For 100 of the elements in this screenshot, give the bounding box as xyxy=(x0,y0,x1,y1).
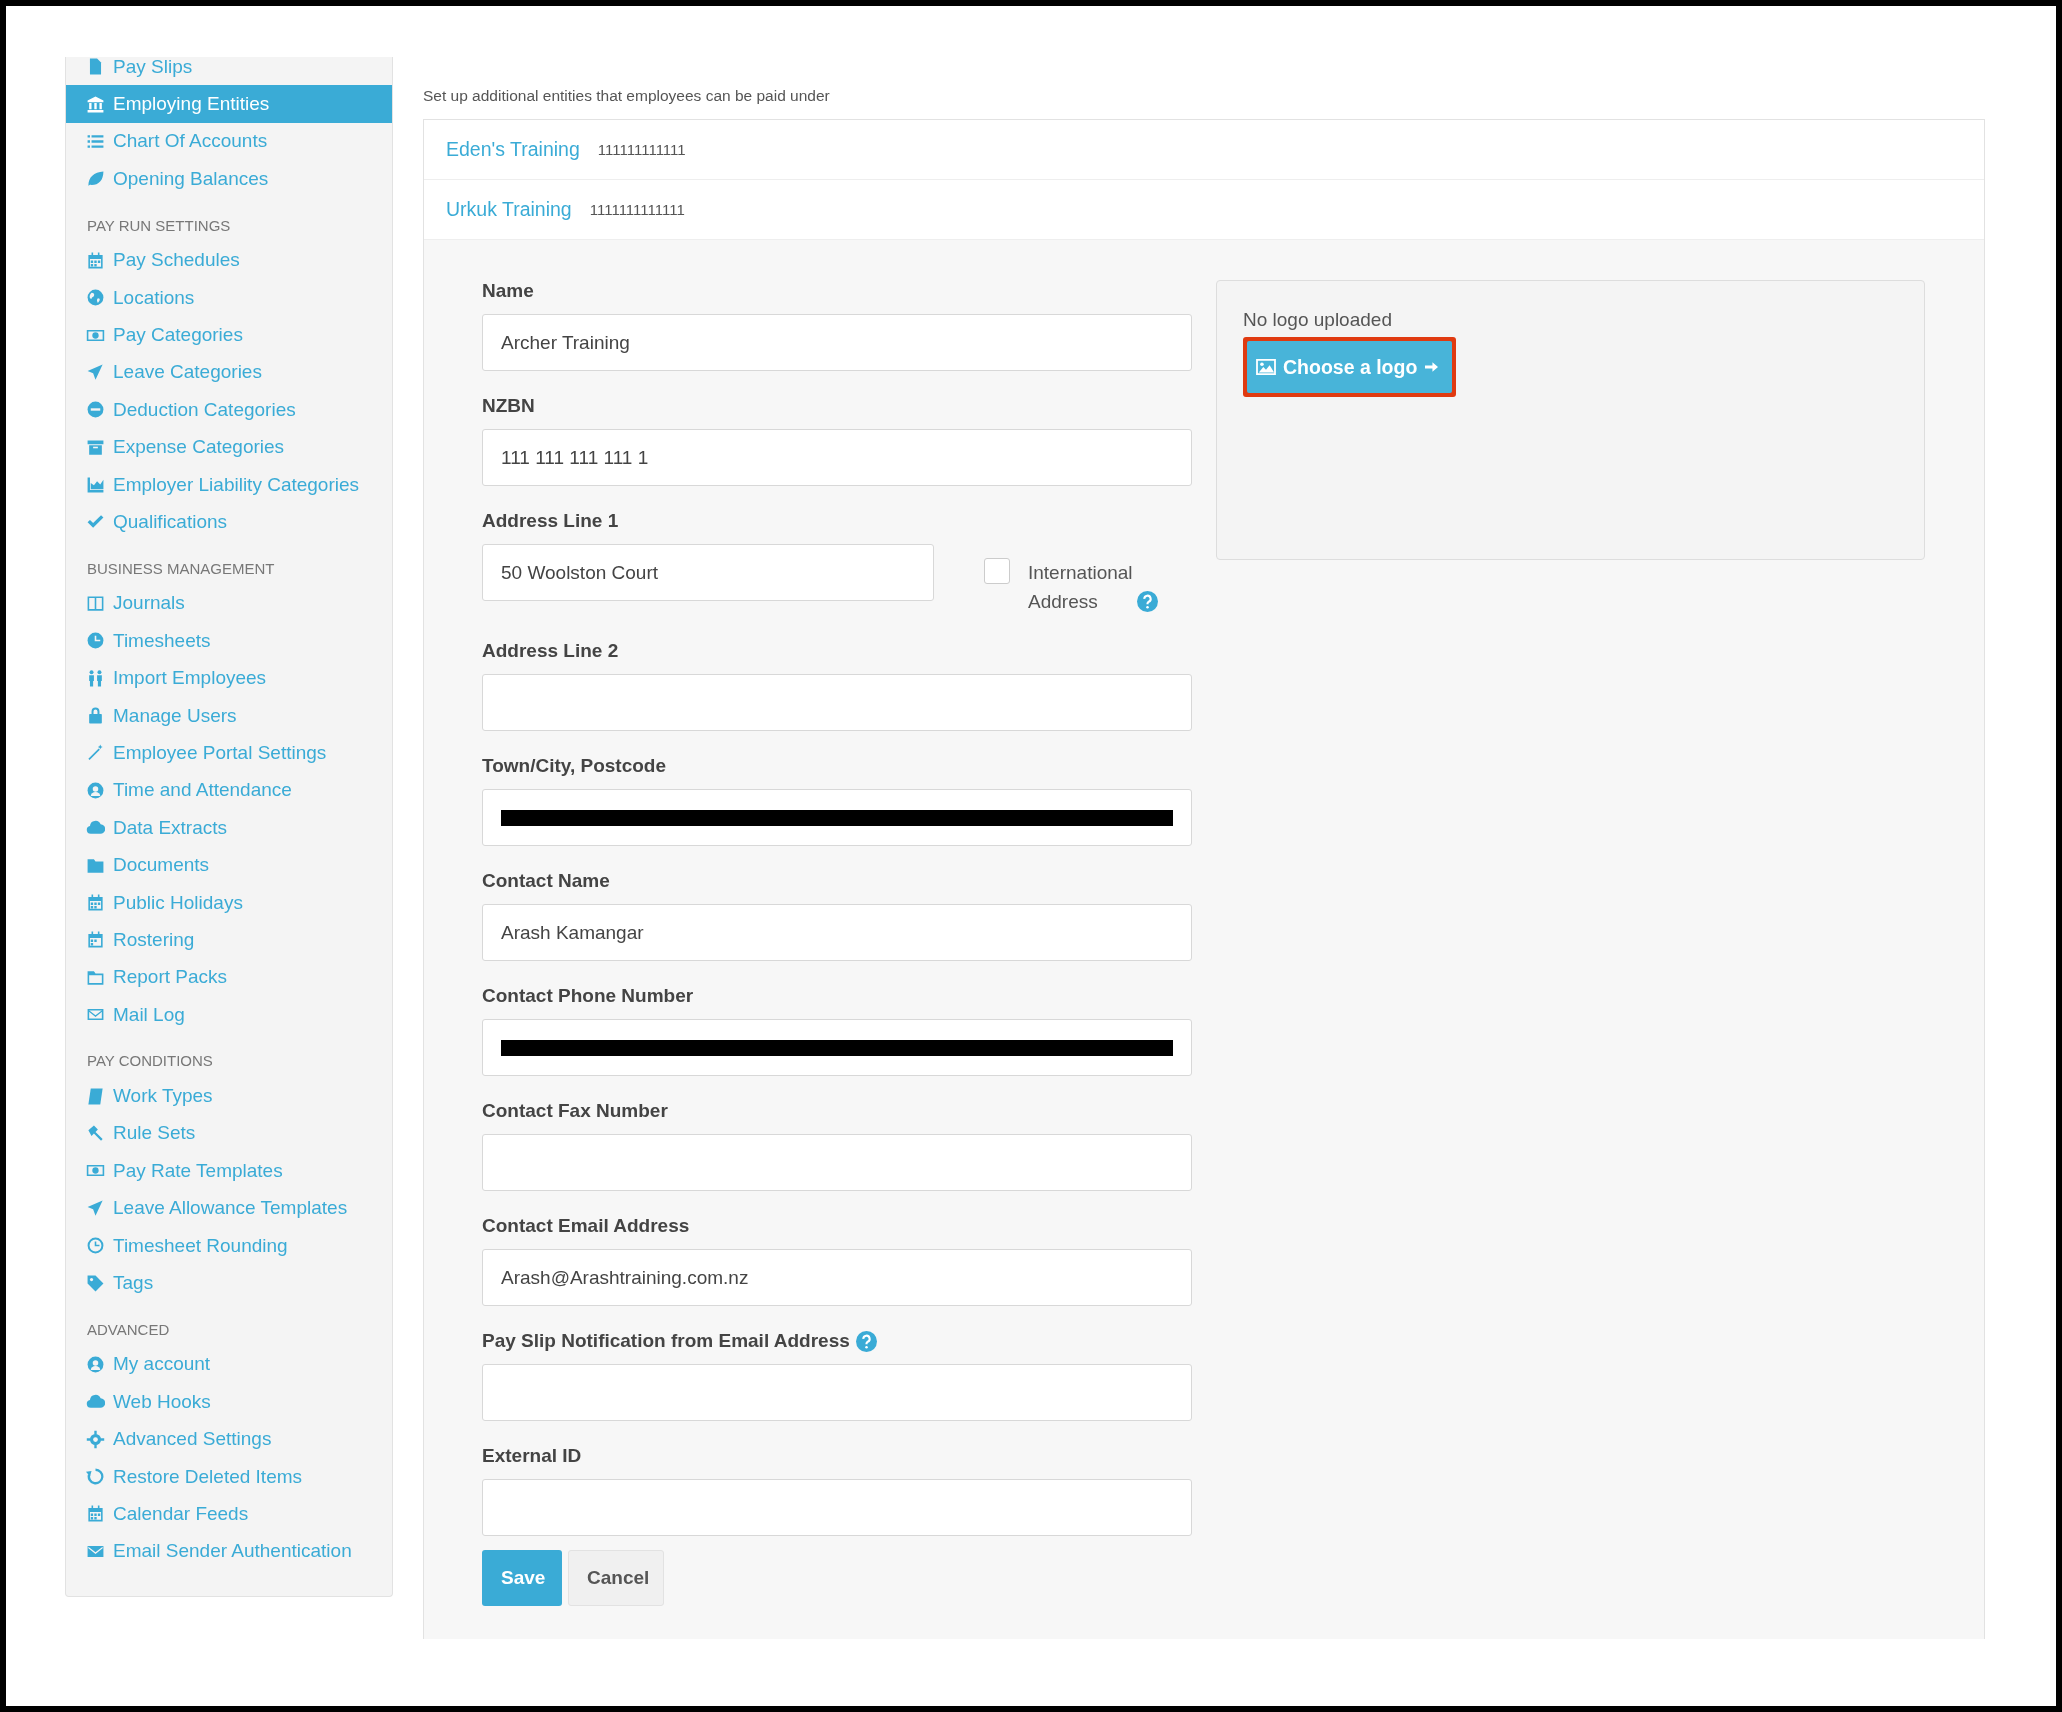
book-icon xyxy=(86,1086,105,1106)
entity-link[interactable]: Urkuk Training xyxy=(446,198,572,221)
sidebar-item[interactable]: Expense Categories xyxy=(66,428,392,466)
field-label: External ID xyxy=(482,1445,582,1467)
save-button[interactable]: Save xyxy=(482,1550,562,1606)
input-field[interactable]: Archer Training xyxy=(482,314,1192,371)
field-label: Name xyxy=(482,280,534,302)
sidebar-item[interactable]: Rule Sets xyxy=(66,1114,392,1153)
sidebar-item[interactable]: Locations xyxy=(66,278,392,317)
field-label: Contact Email Address xyxy=(482,1215,690,1237)
field-label: NZBN xyxy=(482,395,535,417)
sidebar-item[interactable]: Rostering xyxy=(66,921,392,959)
sidebar-item[interactable]: Journals xyxy=(66,584,392,623)
input-field[interactable] xyxy=(482,1479,1192,1536)
sidebar-item[interactable]: Report Packs xyxy=(66,958,392,996)
tag-icon xyxy=(86,1273,105,1293)
sidebar-item[interactable]: Restore Deleted Items xyxy=(66,1457,392,1496)
columns-icon xyxy=(86,593,105,613)
sidebar-item[interactable]: Data Extracts xyxy=(66,809,392,847)
lock-icon xyxy=(86,706,105,726)
section-heading: PAY CONDITIONS xyxy=(86,1051,214,1072)
field-label: Pay Slip Notification from Email Address xyxy=(482,1330,850,1352)
bank-icon xyxy=(86,94,105,114)
logo-status: No logo uploaded xyxy=(1243,309,1393,331)
sidebar-item[interactable]: Pay Slips xyxy=(66,57,392,86)
sidebar-item[interactable]: Timesheet Rounding xyxy=(66,1226,392,1265)
people-icon xyxy=(86,668,105,688)
field-label: Contact Fax Number xyxy=(482,1100,668,1122)
entity-link[interactable]: Eden's Training xyxy=(446,138,580,161)
person-circle-icon xyxy=(86,1354,105,1374)
field-label: Town/City, Postcode xyxy=(482,755,667,777)
sidebar-item[interactable]: Leave Allowance Templates xyxy=(66,1189,392,1227)
input-field[interactable] xyxy=(482,1134,1192,1191)
globe-icon xyxy=(86,288,105,308)
sidebar-item[interactable]: Chart Of Accounts xyxy=(66,122,392,161)
clock-icon xyxy=(86,1236,105,1256)
sidebar-item[interactable]: Qualifications xyxy=(66,503,392,541)
hammer-icon xyxy=(86,1123,105,1143)
sidebar-item[interactable]: Tags xyxy=(66,1264,392,1302)
calendar-icon xyxy=(86,930,105,950)
sidebar-item[interactable]: Time and Attendance xyxy=(66,771,392,810)
calendar-icon xyxy=(86,1504,105,1524)
plane-icon xyxy=(86,362,105,382)
field-label: Address Line 1 xyxy=(482,510,619,532)
sidebar-item[interactable]: Deduction Categories xyxy=(66,391,392,429)
calendar-icon xyxy=(86,893,105,912)
field-label: Address Line 2 xyxy=(482,640,619,662)
sidebar-item[interactable]: Work Types xyxy=(66,1077,392,1115)
description-text: Set up additional entities that employees can be paid under xyxy=(423,87,831,105)
sidebar-item[interactable]: Leave Categories xyxy=(66,353,392,392)
arrow-icon xyxy=(1425,362,1439,372)
entity-number: 111111111111 xyxy=(597,141,686,158)
sidebar-item[interactable]: Pay Schedules xyxy=(66,241,392,279)
sidebar-item[interactable]: Mail Log xyxy=(66,996,392,1034)
input-field[interactable] xyxy=(482,674,1192,731)
field-label: Contact Name xyxy=(482,870,610,892)
sidebar-item[interactable]: Employee Portal Settings xyxy=(66,734,392,772)
leaf-icon xyxy=(86,169,105,189)
input-field[interactable]: 111 111 111 111 1 xyxy=(482,429,1192,486)
input-field[interactable] xyxy=(482,1364,1192,1421)
plane-icon xyxy=(86,1198,105,1218)
sidebar-item[interactable]: Opening Balances xyxy=(66,160,392,198)
sidebar-item[interactable]: Public Holidays xyxy=(66,883,392,922)
sidebar-item[interactable]: Pay Categories xyxy=(66,316,392,354)
sidebar-item[interactable]: Advanced Settings xyxy=(66,1420,392,1458)
section-heading: PAY RUN SETTINGS xyxy=(86,215,232,236)
checkbox-label: International Address xyxy=(1028,561,1133,614)
help-icon[interactable] xyxy=(1136,591,1158,612)
sidebar-item[interactable]: Timesheets xyxy=(66,622,392,660)
choose-logo-button[interactable]: Choose a logo xyxy=(1247,341,1453,393)
sidebar-item[interactable]: Web Hooks xyxy=(66,1383,392,1421)
person-circle-icon xyxy=(86,780,105,800)
input-field[interactable]: Arash Kamangar xyxy=(482,904,1192,961)
calendar-icon xyxy=(86,250,105,270)
sidebar-item[interactable]: Calendar Feeds xyxy=(66,1495,392,1533)
sidebar-item[interactable]: My account xyxy=(66,1345,392,1384)
sidebar-item[interactable]: Email Sender Authentication xyxy=(66,1532,392,1571)
input-field[interactable] xyxy=(482,789,1192,846)
section-heading: BUSINESS MANAGEMENT xyxy=(86,558,276,579)
sidebar-item[interactable]: Documents xyxy=(66,846,392,884)
sidebar-item[interactable]: Employing Entities xyxy=(66,85,392,123)
minus-circle-icon xyxy=(86,400,105,420)
wand-icon xyxy=(86,743,105,763)
archive-icon xyxy=(86,437,105,457)
sidebar-item[interactable]: Manage Users xyxy=(66,696,392,735)
sidebar-item[interactable]: Import Employees xyxy=(66,659,392,697)
help-icon[interactable] xyxy=(855,1330,877,1352)
section-heading: ADVANCED xyxy=(86,1319,171,1340)
input-field[interactable]: Arash@Arashtraining.com.nz xyxy=(482,1249,1192,1306)
clock-icon xyxy=(86,631,105,651)
input-field[interactable]: 50 Woolston Court xyxy=(482,544,934,601)
field-label: Contact Phone Number xyxy=(482,985,694,1007)
image-icon xyxy=(1255,358,1277,376)
input-field[interactable] xyxy=(482,1019,1192,1076)
entity-number: 1111111111111 xyxy=(589,201,685,218)
chart-icon xyxy=(86,475,105,495)
cancel-button[interactable]: Cancel xyxy=(568,1550,664,1606)
sidebar-item[interactable]: Employer Liability Categories xyxy=(66,465,392,504)
sidebar-item[interactable]: Pay Rate Templates xyxy=(66,1152,392,1190)
checkbox[interactable] xyxy=(984,558,1010,584)
